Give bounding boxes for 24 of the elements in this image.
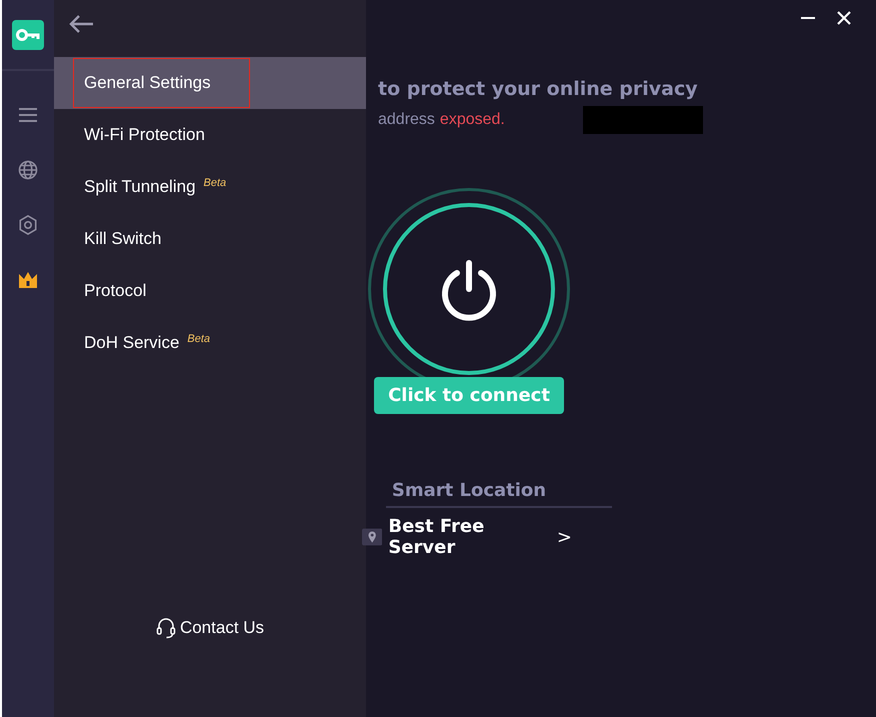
globe-icon[interactable] bbox=[18, 160, 38, 180]
ip-address-label: address bbox=[378, 111, 435, 129]
settings-menu-item[interactable]: Protocol bbox=[54, 265, 366, 317]
close-icon[interactable] bbox=[836, 10, 852, 26]
beta-tag: Beta bbox=[204, 177, 226, 189]
settings-menu-item[interactable]: DoH Service Beta bbox=[54, 317, 366, 369]
key-logo-icon bbox=[12, 20, 44, 50]
hexagon-icon[interactable] bbox=[18, 215, 38, 235]
chevron[interactable]: > bbox=[556, 526, 572, 548]
settings-menu-item[interactable]: General Settings bbox=[54, 57, 366, 109]
menu-icon[interactable] bbox=[18, 105, 38, 125]
smart-location-label: Smart Location bbox=[392, 480, 546, 501]
beta-tag: Beta bbox=[187, 333, 210, 345]
settings-menu-item[interactable]: Kill Switch bbox=[54, 213, 366, 265]
settings-menu-item[interactable]: Wi-Fi Protection bbox=[54, 109, 366, 161]
settings-menu-item[interactable]: Split Tunneling Beta bbox=[54, 161, 366, 213]
contact-us-link[interactable]: Contact Us bbox=[156, 617, 264, 639]
location-pin-icon bbox=[362, 528, 382, 546]
ip-status: exposed. bbox=[440, 111, 505, 129]
server-name[interactable]: Best Free Server bbox=[388, 516, 545, 558]
privacy-heading: to protect your online privacy bbox=[378, 78, 699, 100]
back-arrow-icon[interactable] bbox=[68, 14, 94, 34]
headset-icon bbox=[156, 617, 176, 639]
crown-icon[interactable] bbox=[18, 270, 38, 290]
